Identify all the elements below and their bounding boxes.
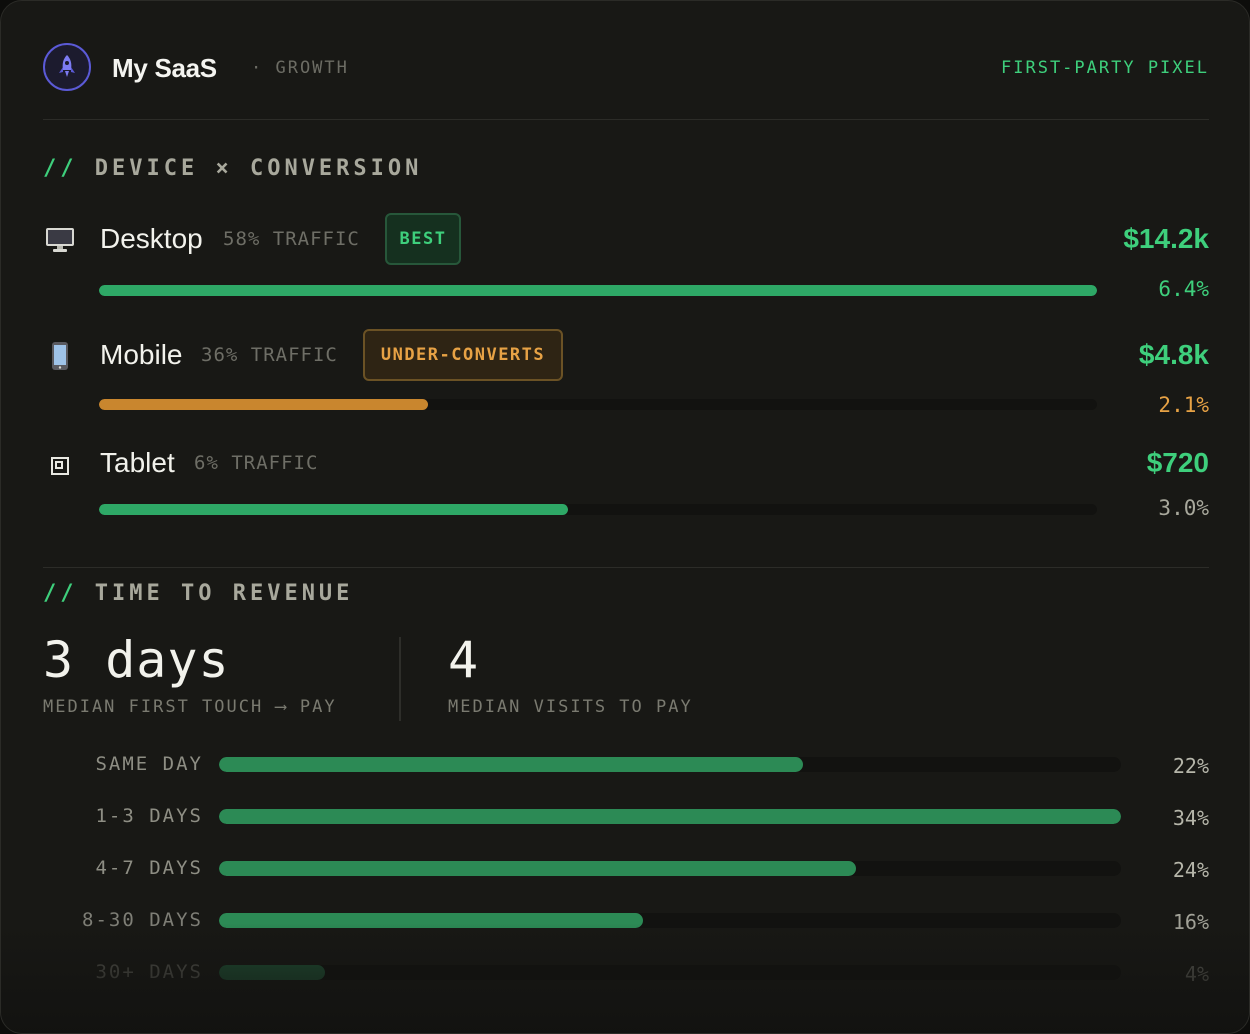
device-revenue: $14.2k bbox=[1123, 223, 1209, 254]
distribution-value: 4% bbox=[1184, 962, 1209, 986]
distribution-row: 30+ DAYS 4% bbox=[43, 955, 1209, 989]
device-conversion-rate: 2.1% bbox=[1158, 393, 1209, 417]
median-days-value: 3 days bbox=[43, 631, 230, 689]
device-traffic: 36% TRAFFIC bbox=[201, 344, 338, 366]
distribution-bar bbox=[219, 965, 326, 980]
device-traffic: 58% TRAFFIC bbox=[223, 228, 360, 250]
tablet-icon bbox=[43, 449, 77, 483]
distribution-track bbox=[219, 861, 1121, 876]
device-row-tablet[interactable]: Tablet 6% TRAFFIC $720 3.0% bbox=[43, 445, 1209, 555]
device-name: Tablet bbox=[100, 447, 175, 478]
median-visits-value: 4 bbox=[448, 631, 480, 689]
distribution-row: SAME DAY 22% bbox=[43, 747, 1209, 781]
section-title-text: DEVICE × CONVERSION bbox=[94, 156, 423, 181]
distribution-value: 24% bbox=[1172, 858, 1209, 882]
device-revenue: $720 bbox=[1146, 447, 1209, 478]
section-prefix: // bbox=[43, 581, 78, 606]
distribution-row: 1-3 DAYS 34% bbox=[43, 799, 1209, 833]
rocket-icon bbox=[43, 43, 91, 91]
best-badge: BEST bbox=[385, 213, 461, 265]
card-header: My SaaS · GROWTH FIRST-PARTY PIXEL bbox=[43, 43, 1209, 91]
device-row-mobile[interactable]: Mobile 36% TRAFFIC UNDER-CONVERTS $4.8k … bbox=[43, 329, 1209, 439]
app-subtitle: · GROWTH bbox=[251, 58, 349, 78]
app-name: My SaaS bbox=[112, 53, 217, 83]
device-conversion-fill bbox=[99, 399, 429, 410]
desktop-icon bbox=[43, 223, 77, 257]
section-divider bbox=[43, 567, 1209, 568]
distribution-label: SAME DAY bbox=[95, 753, 203, 775]
distribution-value: 22% bbox=[1172, 754, 1209, 778]
device-traffic: 6% TRAFFIC bbox=[194, 452, 319, 474]
distribution-track bbox=[219, 913, 1121, 928]
stat-separator bbox=[399, 637, 401, 721]
device-conversion-fill bbox=[99, 504, 569, 515]
distribution-bar bbox=[219, 809, 1121, 824]
median-days-label: MEDIAN FIRST TOUCH ⟶ PAY bbox=[43, 697, 337, 717]
device-revenue: $4.8k bbox=[1138, 339, 1209, 370]
distribution-row: 8-30 DAYS 16% bbox=[43, 903, 1209, 937]
distribution-bar bbox=[219, 861, 856, 876]
distribution-track bbox=[219, 965, 1121, 980]
device-conversion-bar bbox=[99, 504, 1097, 515]
device-name: Mobile bbox=[100, 339, 183, 370]
distribution-label: 30+ DAYS bbox=[95, 961, 203, 983]
distribution-label: 4-7 DAYS bbox=[95, 857, 203, 879]
under-converts-badge: UNDER-CONVERTS bbox=[363, 329, 563, 381]
device-conversion-fill bbox=[99, 285, 1097, 296]
device-conversion-bar bbox=[99, 285, 1097, 296]
distribution-value: 34% bbox=[1172, 806, 1209, 830]
section-prefix: // bbox=[43, 156, 78, 181]
pixel-badge: FIRST-PARTY PIXEL bbox=[1001, 58, 1209, 78]
distribution-track bbox=[219, 757, 1121, 772]
distribution-track bbox=[219, 809, 1121, 824]
distribution-bar bbox=[219, 913, 644, 928]
device-conversion-rate: 3.0% bbox=[1158, 496, 1209, 520]
median-visits-label: MEDIAN VISITS TO PAY bbox=[448, 697, 693, 717]
time-section-title: // TIME TO REVENUE bbox=[43, 581, 353, 606]
distribution-bar bbox=[219, 757, 803, 772]
device-row-desktop[interactable]: Desktop 58% TRAFFIC BEST $14.2k 6.4% bbox=[43, 213, 1209, 323]
device-section-title: // DEVICE × CONVERSION bbox=[43, 156, 422, 181]
header-divider bbox=[43, 119, 1209, 120]
distribution-row: 4-7 DAYS 24% bbox=[43, 851, 1209, 885]
section-title-text: TIME TO REVENUE bbox=[94, 581, 354, 606]
distribution-label: 8-30 DAYS bbox=[82, 909, 203, 931]
mobile-icon bbox=[43, 339, 77, 373]
device-name: Desktop bbox=[100, 223, 203, 254]
device-conversion-rate: 6.4% bbox=[1158, 277, 1209, 301]
growth-card: My SaaS · GROWTH FIRST-PARTY PIXEL // DE… bbox=[0, 0, 1250, 1034]
distribution-label: 1-3 DAYS bbox=[95, 805, 203, 827]
distribution-value: 16% bbox=[1172, 910, 1209, 934]
device-conversion-bar bbox=[99, 399, 1097, 410]
